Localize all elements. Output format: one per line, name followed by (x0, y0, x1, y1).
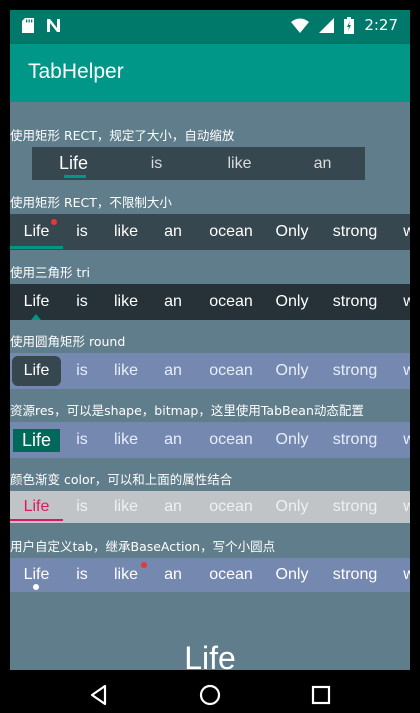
tabbar-custom: Life is like an ocean Only strong w (10, 558, 410, 592)
tab-only[interactable]: Only (272, 491, 312, 523)
tab-is[interactable]: is (67, 558, 97, 592)
tab-only[interactable]: Only (272, 422, 312, 458)
section-title-rect-scaled: 使用矩形 RECT，规定了大小，自动缩放 (10, 128, 235, 143)
recents-icon[interactable] (309, 683, 333, 707)
tab-an[interactable]: an (157, 353, 189, 389)
tab-is[interactable]: is (67, 353, 97, 389)
tab-is[interactable]: is (67, 214, 97, 250)
tab-only[interactable]: Only (272, 353, 312, 389)
tabbar-rect-unlimited: Life is like an ocean Only strong w (10, 214, 410, 250)
navigation-bar (0, 675, 420, 713)
tab-an[interactable]: an (157, 491, 189, 523)
tab-is[interactable]: is (67, 491, 97, 523)
tab-strong[interactable]: strong (328, 284, 382, 320)
tab-w[interactable]: w (399, 353, 410, 389)
tab-life[interactable]: Life (10, 422, 63, 458)
tab-ocean[interactable]: ocean (203, 214, 259, 250)
app-title: TabHelper (28, 60, 124, 83)
tab-an[interactable]: an (157, 214, 189, 250)
tab-w[interactable]: w (399, 284, 410, 320)
tab-ocean[interactable]: ocean (203, 353, 259, 389)
tab-is[interactable]: is (115, 147, 198, 180)
tabbar-res: Life is like an ocean Only strong w (10, 422, 410, 458)
content-area: 使用矩形 RECT，规定了大小，自动缩放 Life is like an 使用矩… (10, 102, 410, 670)
tab-life[interactable]: Life (10, 284, 63, 320)
signal-icon (319, 17, 335, 33)
tab-is[interactable]: is (67, 284, 97, 320)
tab-w[interactable]: w (399, 422, 410, 458)
home-icon[interactable] (198, 683, 222, 707)
tab-w[interactable]: w (399, 214, 410, 250)
tab-is[interactable]: is (67, 422, 97, 458)
tab-strong[interactable]: strong (328, 558, 382, 592)
tab-strong[interactable]: strong (328, 353, 382, 389)
tab-ocean[interactable]: ocean (203, 558, 259, 592)
tab-an[interactable]: an (157, 422, 189, 458)
status-time: 2:27 (364, 16, 398, 34)
tab-only[interactable]: Only (272, 214, 312, 250)
tab-an[interactable]: an (157, 558, 189, 592)
tab-ocean[interactable]: ocean (203, 422, 259, 458)
tab-life[interactable]: Life (10, 353, 63, 389)
tab-like[interactable]: like (198, 147, 281, 180)
tab-w[interactable]: w (399, 558, 410, 592)
pager-page-label: Life (184, 640, 236, 670)
n-icon (47, 19, 60, 32)
tab-strong[interactable]: strong (328, 491, 382, 523)
section-title-res: 资源res，可以是shape，bitmap，这里使用TabBean动态配置 (10, 403, 364, 418)
wifi-icon (291, 18, 310, 33)
tab-like[interactable]: like (106, 214, 146, 250)
sd-card-icon (22, 18, 34, 33)
tabbar-round: Life is like an ocean Only strong w (10, 353, 410, 389)
tab-w[interactable]: w (399, 491, 410, 523)
tabbar-triangle: Life is like an ocean Only strong w (10, 284, 410, 320)
section-title-rect-unlimited: 使用矩形 RECT，不限制大小 (10, 195, 172, 210)
tab-life[interactable]: Life (10, 491, 63, 523)
tab-like[interactable]: like (106, 353, 146, 389)
device-screen: 2:27 TabHelper 使用矩形 RECT，规定了大小，自动缩放 Life… (10, 10, 410, 670)
section-title-round: 使用圆角矩形 round (10, 334, 126, 349)
status-bar: 2:27 (10, 10, 410, 44)
section-title-custom: 用户自定义tab，继承BaseAction，写个小圆点 (10, 539, 276, 554)
tab-like[interactable]: like (106, 491, 146, 523)
section-title-color: 颜色渐变 color，可以和上面的属性结合 (10, 472, 233, 487)
tab-an[interactable]: an (157, 284, 189, 320)
app-bar: TabHelper (10, 44, 410, 102)
tab-life[interactable]: Life (10, 214, 63, 250)
section-title-triangle: 使用三角形 tri (10, 265, 90, 280)
tab-like[interactable]: like (106, 558, 146, 592)
tab-life[interactable]: Life (32, 147, 115, 180)
tab-an[interactable]: an (281, 147, 364, 180)
tabbar-color: Life is like an ocean Only strong w (10, 491, 410, 523)
tab-only[interactable]: Only (272, 284, 312, 320)
tab-life[interactable]: Life (10, 558, 63, 592)
tab-strong[interactable]: strong (328, 422, 382, 458)
back-icon[interactable] (87, 683, 111, 707)
tab-like[interactable]: like (106, 422, 146, 458)
tab-strong[interactable]: strong (328, 214, 382, 250)
tab-like[interactable]: like (106, 284, 146, 320)
tabbar-rect-scaled: Life is like an (32, 147, 365, 180)
tab-ocean[interactable]: ocean (203, 284, 259, 320)
tab-only[interactable]: Only (272, 558, 312, 592)
tab-ocean[interactable]: ocean (203, 491, 259, 523)
battery-icon (344, 16, 355, 34)
